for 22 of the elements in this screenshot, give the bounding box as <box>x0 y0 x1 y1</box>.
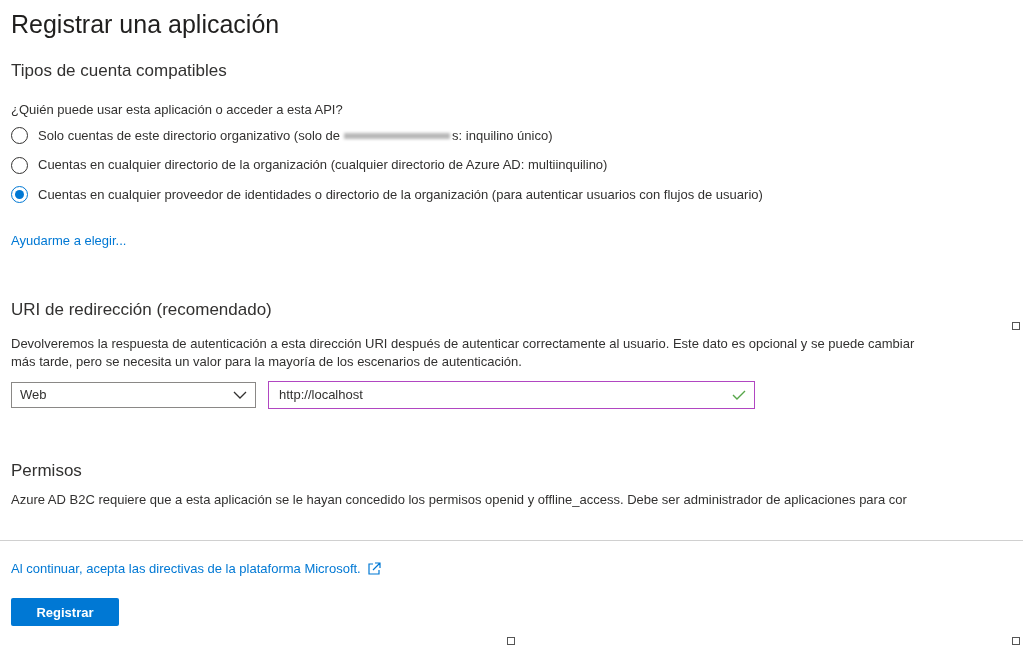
register-button[interactable]: Registrar <box>11 598 119 626</box>
description-text: Devolveremos la respuesta de autenticación a esta dirección URI después de autenticar correctamente al usuario. Este dato es opcional y se puede cambiar más tarde, pero se necesita un valor para la mayoría de los escenarios de autenticación. <box>11 334 916 371</box>
section-heading: URI de redirección (recomendado) <box>11 299 272 320</box>
option-label: s: inquilino único) <box>452 126 553 145</box>
platform-dropdown[interactable]: Web <box>11 381 256 408</box>
chevron-down-icon <box>233 390 247 399</box>
resize-handle[interactable] <box>1012 637 1020 645</box>
question-text: ¿Quién puede usar esta aplicación o acceder a esta API? <box>11 101 343 119</box>
policy-link[interactable]: Al continuar, acepta las directivas de la plataforma Microsoft. <box>11 561 381 576</box>
uri-input-field[interactable]: http://localhost <box>268 380 755 409</box>
resize-handle[interactable] <box>507 637 515 645</box>
option-label: Cuentas en cualquier directorio de la organización (cualquier directorio de Azure AD: multiinquilino) <box>38 156 608 175</box>
help-link[interactable]: Ayudarme a elegir... <box>11 232 127 248</box>
section-heading: Permisos <box>11 460 82 481</box>
option-label: Cuentas en cualquier proveedor de identidades o directorio de la organización (para autenticar usuarios con flujos de usuario) <box>38 185 763 204</box>
section-heading: Tipos de cuenta compatibles <box>11 61 227 81</box>
option-label: Solo cuentas de este directorio organizativo (solo de <box>38 126 341 145</box>
permissions-text: Azure AD B2C requiere que a esta aplicación se le hayan concedido los permisos openid y offline_access. Debe ser administrador de aplicaciones para cor <box>11 490 908 509</box>
resize-handle[interactable] <box>1012 322 1020 330</box>
check-icon <box>732 389 746 400</box>
external-link-icon <box>366 561 381 576</box>
page-title: Registrar una aplicación <box>11 10 280 39</box>
